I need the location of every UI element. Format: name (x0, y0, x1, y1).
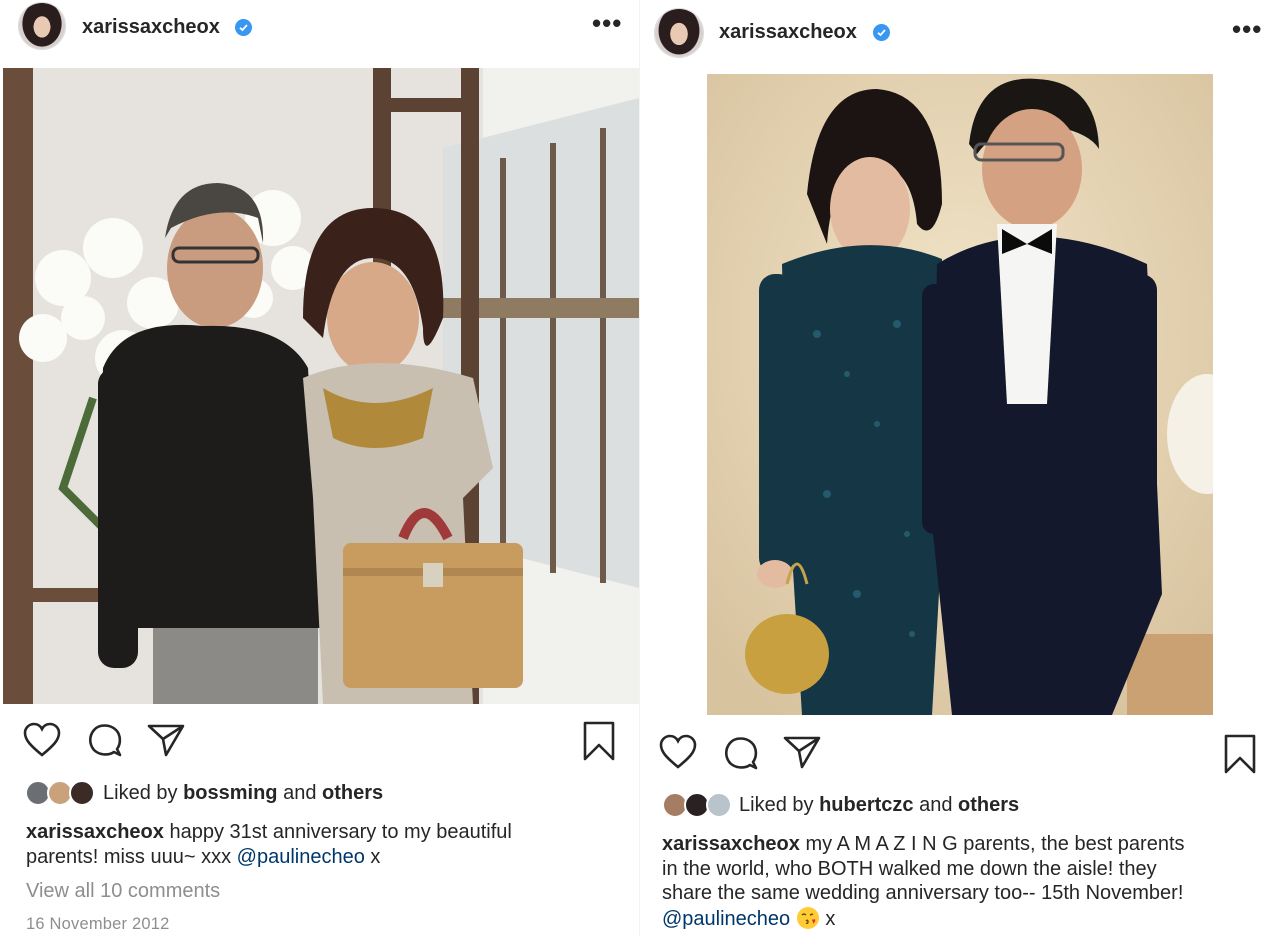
caption-username[interactable]: xarissaxcheox (662, 833, 800, 855)
caption-username[interactable]: xarissaxcheox (26, 821, 164, 843)
caption-text: happy 31st anniversary to my beautiful (169, 821, 512, 843)
post-photo[interactable] (707, 74, 1213, 715)
liked-by-username[interactable]: hubertczc (819, 794, 913, 816)
view-comments-link[interactable]: View all 10 comments (26, 880, 220, 903)
caption-text: share the same wedding anniversary too--… (662, 882, 1184, 904)
post-date: 16 November 2012 (26, 915, 170, 933)
profile-avatar[interactable] (18, 2, 66, 50)
liked-by-avatars[interactable] (25, 780, 95, 808)
liked-by-prefix: Liked by (739, 794, 814, 816)
post-photo[interactable] (3, 68, 639, 704)
bookmark-icon[interactable] (1224, 734, 1256, 774)
comment-bubble-icon[interactable] (723, 735, 759, 771)
post-username[interactable]: xarissaxcheox (719, 21, 857, 44)
liked-by-others[interactable]: others (322, 782, 383, 804)
liked-by-text[interactable]: Liked by bossming and others (103, 782, 383, 805)
caption-text: x (370, 845, 381, 868)
more-options-icon[interactable]: ••• (1232, 16, 1262, 42)
verified-badge-icon (873, 24, 890, 41)
caption-text: in the world, who BOTH walked me down th… (662, 857, 1157, 880)
post-caption: xarissaxcheox my A M A Z I N G parents, … (662, 832, 1274, 931)
post-username[interactable]: xarissaxcheox (82, 16, 220, 39)
heart-icon[interactable] (659, 734, 697, 770)
liked-by-and: and (283, 782, 317, 804)
caption-mention[interactable]: @paulinecheo (237, 846, 365, 868)
liked-by-avatars[interactable] (662, 792, 732, 820)
heart-icon[interactable] (23, 722, 61, 758)
paper-plane-icon[interactable] (783, 735, 821, 769)
post-card-left: xarissaxcheox ••• Liked by bossming and … (0, 0, 640, 936)
caption-mention[interactable]: @paulinecheo (662, 908, 790, 930)
face-blowing-kiss-emoji (796, 906, 819, 929)
liked-by-others[interactable]: others (958, 794, 1019, 816)
caption-text: my A M A Z I N G parents, the best paren… (805, 833, 1185, 855)
caption-text: parents! miss uuu~ xxx (26, 845, 232, 868)
profile-avatar[interactable] (654, 8, 704, 58)
more-options-icon[interactable]: ••• (592, 10, 622, 36)
post-caption: xarissaxcheox happy 31st anniversary to … (26, 820, 626, 869)
post-card-right: xarissaxcheox ••• Liked by hubertczc and… (640, 0, 1280, 936)
liked-by-text[interactable]: Liked by hubertczc and others (739, 794, 1019, 817)
liked-by-and: and (919, 794, 953, 816)
caption-text: x (825, 907, 836, 930)
bookmark-icon[interactable] (583, 721, 615, 761)
verified-badge-icon (235, 19, 252, 36)
comment-bubble-icon[interactable] (87, 722, 123, 758)
liked-by-username[interactable]: bossming (183, 782, 277, 804)
liked-by-prefix: Liked by (103, 782, 178, 804)
paper-plane-icon[interactable] (147, 723, 185, 757)
avatar (706, 792, 732, 818)
avatar (69, 780, 95, 806)
